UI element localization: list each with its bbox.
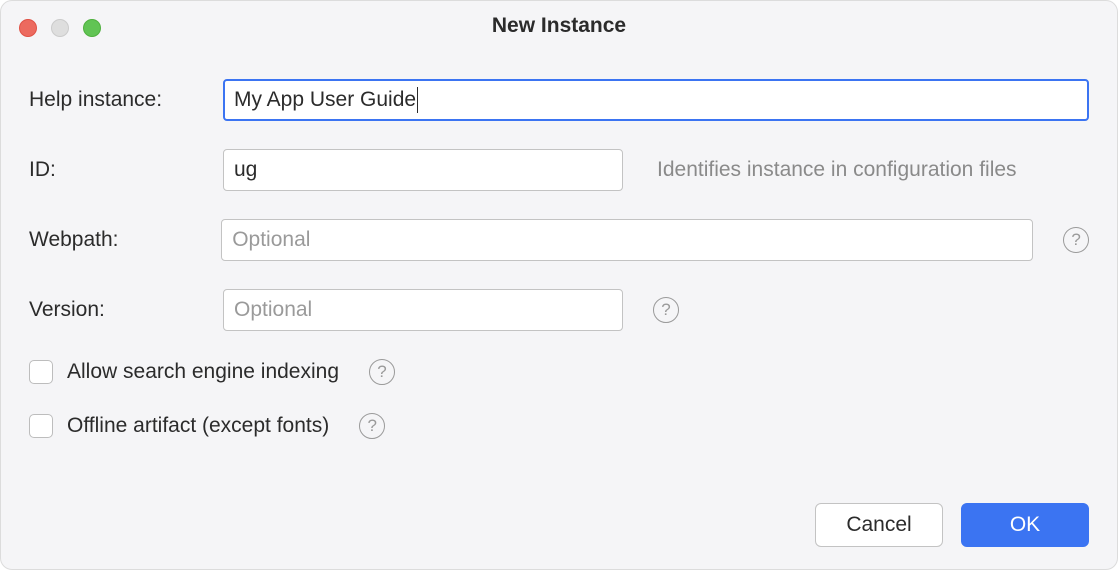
traffic-lights (19, 19, 101, 37)
offline-artifact-checkbox[interactable] (29, 414, 53, 438)
row-help-instance: Help instance: My App User Guide (29, 79, 1089, 121)
id-label: ID: (29, 158, 209, 182)
help-icon[interactable]: ? (653, 297, 679, 323)
row-allow-indexing: Allow search engine indexing ? (29, 359, 1089, 385)
row-offline-artifact: Offline artifact (except fonts) ? (29, 413, 1089, 439)
version-input[interactable] (223, 289, 623, 331)
zoom-icon[interactable] (83, 19, 101, 37)
close-icon[interactable] (19, 19, 37, 37)
row-id: ID: Identifies instance in configuration… (29, 149, 1089, 191)
help-instance-input[interactable] (223, 79, 1089, 121)
allow-indexing-label: Allow search engine indexing (67, 360, 339, 384)
webpath-label: Webpath: (29, 228, 207, 252)
cancel-button[interactable]: Cancel (815, 503, 943, 547)
allow-indexing-checkbox[interactable] (29, 360, 53, 384)
window-title: New Instance (492, 14, 626, 38)
row-version: Version: ? (29, 289, 1089, 331)
id-input[interactable] (223, 149, 623, 191)
row-webpath: Webpath: ? (29, 219, 1089, 261)
titlebar: New Instance (1, 1, 1117, 51)
dialog-window: New Instance Help instance: My App User … (0, 0, 1118, 570)
help-instance-label: Help instance: (29, 88, 209, 112)
ok-button[interactable]: OK (961, 503, 1089, 547)
webpath-input[interactable] (221, 219, 1033, 261)
minimize-icon (51, 19, 69, 37)
version-label: Version: (29, 298, 209, 322)
form-body: Help instance: My App User Guide ID: Ide… (1, 51, 1117, 503)
help-icon[interactable]: ? (369, 359, 395, 385)
offline-artifact-label: Offline artifact (except fonts) (67, 414, 329, 438)
help-icon[interactable]: ? (359, 413, 385, 439)
help-icon[interactable]: ? (1063, 227, 1089, 253)
button-bar: Cancel OK (1, 503, 1117, 569)
id-hint: Identifies instance in configuration fil… (657, 158, 1017, 182)
